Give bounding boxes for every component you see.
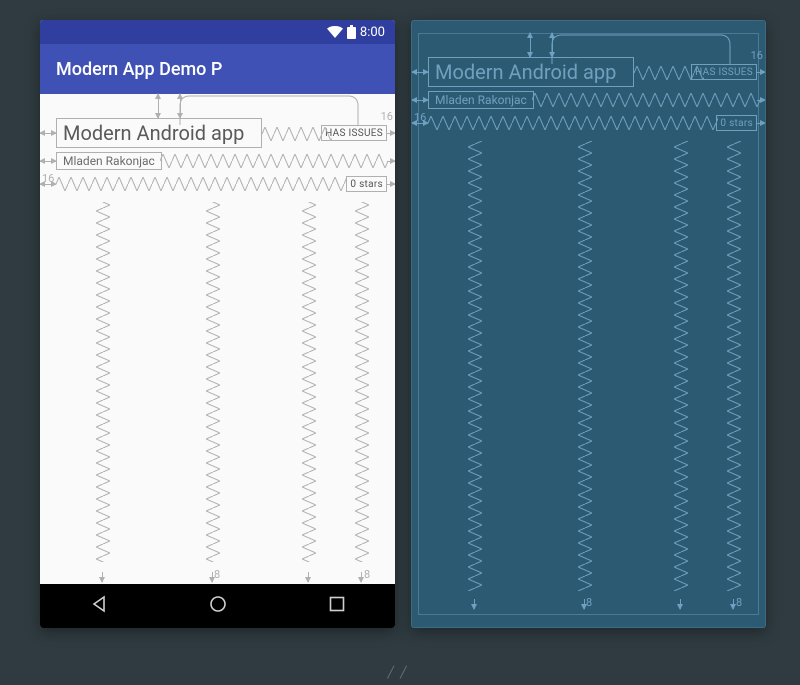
nav-back-icon[interactable]	[90, 595, 108, 617]
blueprint-surface[interactable]: Modern Android app HAS ISSUES Mladen Rak…	[412, 33, 765, 615]
panel-resize-grip[interactable]: ╱╱	[387, 666, 412, 679]
layout-editor-stage: 8:00 Modern App Demo P Modern Android ap…	[40, 20, 766, 628]
bp-spring-col-3	[674, 141, 688, 591]
bp-spring-author-row	[532, 93, 760, 107]
bp-constraint-title-top	[530, 33, 531, 57]
bp-constraint-hasissues-curve	[552, 33, 752, 65]
has-issues-text: HAS ISSUES	[325, 128, 383, 139]
constraint-title-top	[158, 94, 159, 118]
bp-spring-col-1-end	[474, 599, 475, 609]
bp-constraint-row2-right	[757, 100, 765, 101]
battery-icon	[347, 25, 356, 39]
bp-spring-col-2	[578, 141, 592, 591]
bp-margin-bottom-1: 8	[586, 596, 592, 609]
constraint-hasissues-right	[387, 133, 395, 134]
spring-col-4	[355, 202, 369, 562]
bp-spring-col-1	[468, 141, 482, 591]
spring-col-3-end	[308, 572, 309, 582]
constraint-layout-surface[interactable]: Modern Android app HAS ISSUES Mladen Rak…	[40, 94, 395, 584]
bp-constraint-title-left	[412, 72, 428, 73]
constraint-title-left	[40, 133, 56, 134]
app-toolbar: Modern App Demo P	[40, 44, 395, 94]
stars-text: 0 stars	[350, 179, 383, 190]
bp-spring-title-to-issues	[634, 66, 704, 80]
constraint-row2-right	[387, 161, 395, 162]
constraint-stars-right	[387, 184, 395, 185]
spring-title-to-issues	[262, 127, 332, 141]
margin-hasissues-top: 16	[381, 110, 393, 123]
stars-textview[interactable]: 0 stars	[346, 176, 387, 192]
constraint-hasissues-curve	[180, 94, 380, 126]
device-navbar	[40, 584, 395, 628]
bp-spring-col-4	[727, 141, 741, 591]
spring-col-2	[206, 202, 220, 562]
spring-col-2-end	[212, 572, 213, 582]
status-time: 8:00	[360, 25, 385, 40]
bp-author-text: Mladen Rakonjac	[435, 93, 527, 107]
nav-home-icon[interactable]	[208, 594, 228, 618]
author-textview[interactable]: Mladen Rakonjac	[56, 152, 162, 170]
spring-author-row	[160, 154, 388, 168]
author-text: Mladen Rakonjac	[63, 154, 155, 168]
bp-constraint-author-left	[412, 100, 428, 101]
nav-recent-icon[interactable]	[329, 596, 345, 616]
spring-col-4-end	[361, 572, 362, 582]
design-preview-panel[interactable]: 8:00 Modern App Demo P Modern Android ap…	[40, 20, 395, 628]
spring-col-3	[302, 202, 316, 562]
constraint-stars-left	[40, 184, 56, 185]
bp-margin-bottom-2: 8	[736, 596, 742, 609]
bp-margin-hasissues-top: 16	[751, 49, 763, 62]
spring-col-1-end	[102, 572, 103, 582]
bp-constraint-stars-right	[757, 123, 765, 124]
bp-stars-textview[interactable]: 0 stars	[716, 115, 757, 131]
bp-spring-col-2-end	[584, 599, 585, 609]
margin-bottom-1: 8	[214, 568, 220, 581]
bp-constraint-stars-left	[412, 123, 428, 124]
device-statusbar: 8:00	[40, 20, 395, 44]
bp-stars-text: 0 stars	[720, 118, 753, 129]
bp-spring-stars-row	[428, 116, 718, 130]
wifi-icon	[327, 26, 343, 38]
bp-spring-col-3-end	[680, 599, 681, 609]
blueprint-panel[interactable]: Modern Android app HAS ISSUES Mladen Rak…	[411, 20, 766, 628]
app-title: Modern App Demo P	[56, 59, 222, 80]
bp-constraint-hasissues-right	[757, 72, 765, 73]
bp-spring-col-4-end	[733, 599, 734, 609]
spring-col-1	[96, 202, 110, 562]
bp-author-textview[interactable]: Mladen Rakonjac	[428, 91, 534, 109]
spring-stars-row	[56, 177, 346, 191]
margin-bottom-2: 8	[364, 568, 370, 581]
constraint-author-left	[40, 161, 56, 162]
